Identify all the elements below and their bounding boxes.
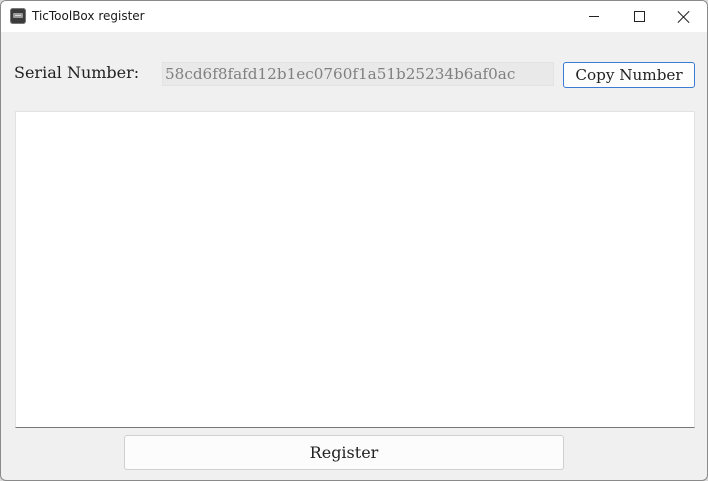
- window-title: TicToolBox register: [32, 9, 145, 23]
- minimize-button[interactable]: [571, 1, 617, 32]
- maximize-icon: [633, 11, 645, 22]
- minimize-icon: [589, 16, 599, 17]
- close-icon: [678, 11, 690, 23]
- title-bar[interactable]: TicToolBox register: [1, 1, 707, 32]
- license-key-input[interactable]: [15, 111, 695, 428]
- app-icon: [10, 8, 26, 24]
- register-window: TicToolBox register Serial Number: 58cd6…: [0, 0, 708, 481]
- serial-number-field[interactable]: 58cd6f8fafd12b1ec0760f1a51b25234b6af0ac: [162, 62, 554, 86]
- close-button[interactable]: [661, 1, 707, 32]
- maximize-button[interactable]: [616, 1, 662, 32]
- copy-number-button[interactable]: Copy Number: [563, 62, 695, 88]
- serial-number-label: Serial Number:: [14, 63, 140, 82]
- register-button[interactable]: Register: [124, 435, 564, 470]
